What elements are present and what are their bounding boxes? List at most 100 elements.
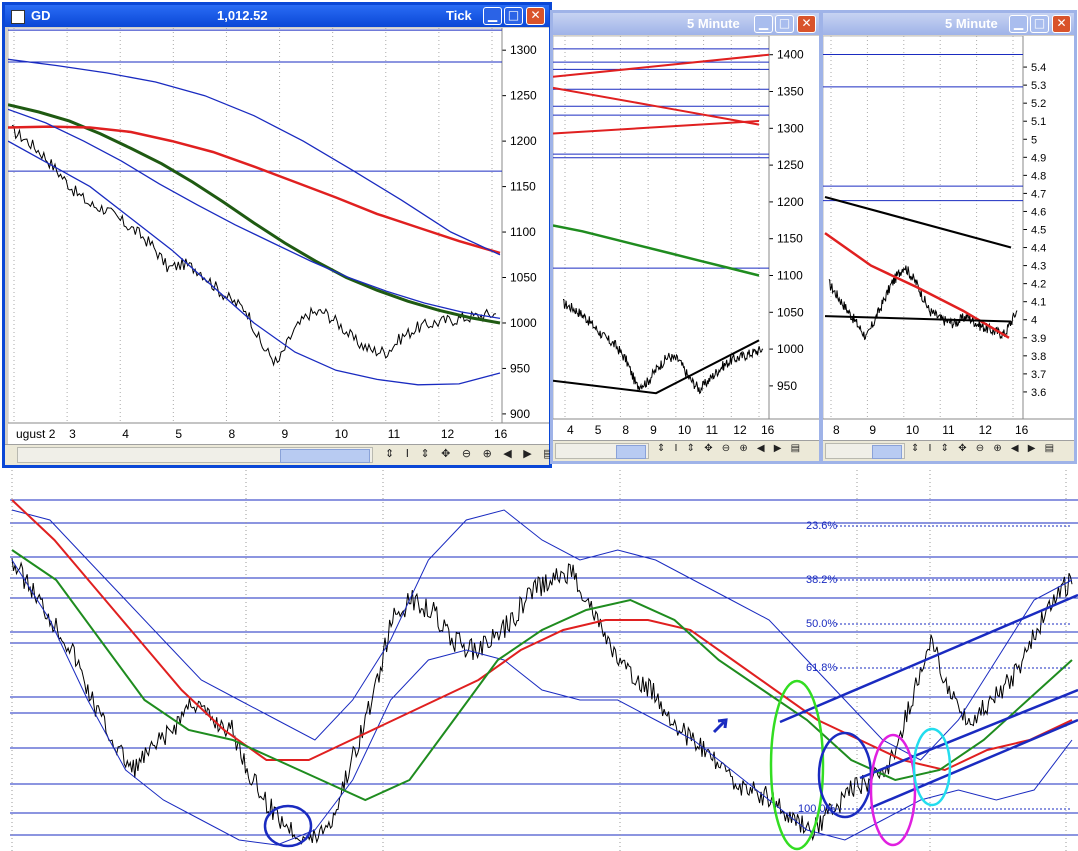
y-tick-label: 3.8 xyxy=(1031,351,1046,363)
status-bar: ⇕ I ⇕ ✥ ⊖ ⊕ ◀ ▶ ▤ xyxy=(553,440,819,461)
scroll-thumb[interactable] xyxy=(616,445,646,459)
maximize-button[interactable]: □ xyxy=(504,7,523,25)
fib-level-label: 38.2% xyxy=(806,574,837,586)
x-tick-label: 3 xyxy=(69,427,76,441)
minimize-button[interactable]: ▁ xyxy=(754,15,773,33)
x-tick-label: 8 xyxy=(622,423,629,437)
y-tick-label: 950 xyxy=(510,361,530,375)
close-button[interactable]: ✕ xyxy=(1052,15,1071,33)
minimize-button[interactable]: ▁ xyxy=(1009,15,1028,33)
y-tick-label: 1300 xyxy=(777,121,804,135)
fib-level-label: 61.8% xyxy=(806,662,837,674)
x-tick-label: 11 xyxy=(706,423,719,437)
y-tick-label: 1100 xyxy=(777,268,803,282)
x-tick-label: 9 xyxy=(650,423,657,437)
y-tick-label: 5 xyxy=(1031,134,1037,146)
x-tick-label: 10 xyxy=(906,423,920,437)
window-title: 5 Minute xyxy=(945,16,998,31)
app-icon xyxy=(11,10,25,24)
x-tick-label: 5 xyxy=(595,423,602,437)
y-tick-label: 4.1 xyxy=(1031,297,1046,309)
y-tick-label: 900 xyxy=(510,407,530,421)
y-tick-label: 3.6 xyxy=(1031,387,1046,399)
y-tick-label: 1350 xyxy=(777,85,804,99)
minimize-button[interactable]: ▁ xyxy=(483,7,502,25)
window-5-minute-b[interactable]: 5 Minute ▁ □ ✕ 8 9 10 11 12 16 5.4 5.3 5.2 5.1 5 4.… xyxy=(820,10,1077,464)
x-tick-label: ugust 2 xyxy=(16,427,56,441)
main-price-line xyxy=(11,557,1073,845)
x-tick-label: 9 xyxy=(282,427,289,441)
x-tick-label: 9 xyxy=(869,423,876,437)
x-tick-label: 12 xyxy=(733,423,747,437)
window-5-minute-a[interactable]: 5 Minute ▁ □ ✕ 4 5 8 9 10 11 12 16 1400 1350 1300 1… xyxy=(550,10,822,464)
chart-5-minute-a: 4 5 8 9 10 11 12 16 1400 1350 1300 1250 1200 1150 1100… xyxy=(553,36,819,437)
fib-level-label: 23.6% xyxy=(806,520,837,532)
y-tick-label: 4.5 xyxy=(1031,225,1046,237)
chart-navigation-icons[interactable]: ⇕ I ⇕ ✥ ⊖ ⊕ ◀ ▶ ▤ xyxy=(911,443,1057,454)
x-tick-label: 8 xyxy=(833,423,840,437)
y-tick-label: 1400 xyxy=(777,48,804,62)
plot-area xyxy=(823,36,1024,420)
y-tick-label: 4.2 xyxy=(1031,279,1046,291)
x-tick-label: 16 xyxy=(1015,423,1029,437)
main-band-upper xyxy=(11,509,1073,761)
maximize-button[interactable]: □ xyxy=(1030,15,1049,33)
x-tick-label: 11 xyxy=(388,427,401,441)
y-tick-label: 4.3 xyxy=(1031,261,1046,273)
scroll-thumb[interactable] xyxy=(872,445,902,459)
window-title: GD xyxy=(31,8,51,23)
y-tick-label: 5.1 xyxy=(1031,116,1046,128)
x-tick-label: 5 xyxy=(175,427,182,441)
chart-navigation-icons[interactable]: ⇕ I ⇕ ✥ ⊖ ⊕ ◀ ▶ ▤ xyxy=(385,447,558,460)
horizontal-scrollbar[interactable] xyxy=(555,443,649,459)
y-tick-label: 1000 xyxy=(777,342,804,356)
x-tick-label: 8 xyxy=(228,427,235,441)
status-bar: ⇕ I ⇕ ✥ ⊖ ⊕ ◀ ▶ ▤ xyxy=(5,444,554,465)
x-tick-label: 4 xyxy=(567,423,574,437)
title-bar[interactable]: 5 Minute ▁ □ ✕ xyxy=(553,13,819,35)
y-tick-label: 4.4 xyxy=(1031,243,1046,255)
y-tick-label: 5.3 xyxy=(1031,80,1046,92)
status-bar: ⇕ I ⇕ ✥ ⊖ ⊕ ◀ ▶ ▤ xyxy=(823,440,1074,461)
window-gd-tick[interactable]: GD 1,012.52 Tick ▁ □ ✕ ugust 2 3 4 5 8 9 10 11 1… xyxy=(2,2,554,468)
x-tick-label: 10 xyxy=(335,427,349,441)
x-tick-label: 4 xyxy=(122,427,129,441)
y-tick-label: 1250 xyxy=(777,158,804,172)
y-tick-label: 1000 xyxy=(510,316,537,330)
fib-level-label: 50.0% xyxy=(806,618,837,630)
y-tick-label: 3.7 xyxy=(1031,369,1046,381)
x-tick-label: 12 xyxy=(441,427,455,441)
y-tick-label: 4.8 xyxy=(1031,170,1046,182)
horizontal-scrollbar[interactable] xyxy=(17,447,373,463)
y-tick-label: 4.6 xyxy=(1031,206,1046,218)
chart-navigation-icons[interactable]: ⇕ I ⇕ ✥ ⊖ ⊕ ◀ ▶ ▤ xyxy=(657,443,803,454)
x-tick-label: 16 xyxy=(761,423,775,437)
y-tick-label: 1250 xyxy=(510,89,537,103)
y-tick-label: 5.4 xyxy=(1031,62,1046,74)
scroll-thumb[interactable] xyxy=(280,449,370,463)
chart-5-minute-b: 8 9 10 11 12 16 5.4 5.3 5.2 5.1 5 4.9 4.8 4.7 4.6 4.5 4.… xyxy=(823,36,1074,437)
y-tick-label: 1150 xyxy=(510,180,536,194)
interval-label: Tick xyxy=(446,8,472,23)
ellipse-annotation-magenta xyxy=(869,733,917,847)
circle-annotation-blue xyxy=(263,804,313,848)
close-button[interactable]: ✕ xyxy=(797,15,816,33)
plot-area xyxy=(8,28,503,424)
y-tick-label: 1050 xyxy=(777,305,804,319)
y-tick-label: 4.9 xyxy=(1031,152,1046,164)
x-tick-label: 10 xyxy=(678,423,692,437)
x-tick-label: 12 xyxy=(979,423,993,437)
arrow-marker-icon xyxy=(712,718,728,734)
title-bar[interactable]: GD 1,012.52 Tick ▁ □ ✕ xyxy=(5,5,549,27)
y-tick-label: 4.7 xyxy=(1031,188,1046,200)
x-tick-label: 11 xyxy=(942,423,955,437)
close-button[interactable]: ✕ xyxy=(526,7,545,25)
maximize-button[interactable]: □ xyxy=(775,15,794,33)
y-tick-label: 1150 xyxy=(777,232,803,246)
horizontal-scrollbar[interactable] xyxy=(825,443,905,459)
title-bar[interactable]: 5 Minute ▁ □ ✕ xyxy=(823,13,1074,35)
y-tick-label: 1300 xyxy=(510,43,537,57)
y-tick-label: 1200 xyxy=(510,134,537,148)
y-tick-label: 1050 xyxy=(510,271,537,285)
y-tick-label: 1200 xyxy=(777,195,804,209)
